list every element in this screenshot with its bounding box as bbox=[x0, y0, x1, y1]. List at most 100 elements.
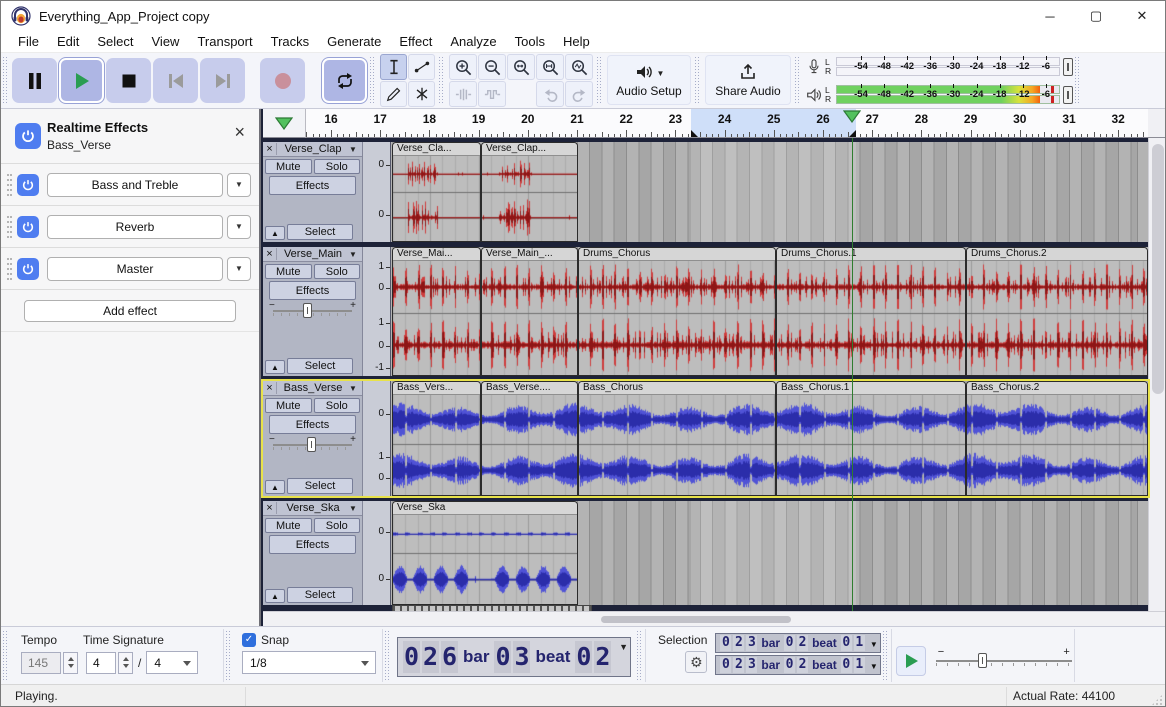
time-signature-lower-select[interactable]: 4 bbox=[146, 651, 198, 674]
maximize-button[interactable]: ▢ bbox=[1073, 1, 1119, 31]
track-effects-button[interactable]: Effects bbox=[269, 415, 356, 434]
track-menu-icon[interactable]: ▼ bbox=[349, 250, 362, 259]
audio-clip[interactable]: Verse_Mai... bbox=[392, 247, 481, 376]
vertical-scrollbar[interactable] bbox=[1148, 138, 1166, 611]
volume-slider[interactable]: −+ bbox=[269, 302, 356, 319]
volume-slider-thumb[interactable] bbox=[303, 303, 312, 318]
add-effect-button[interactable]: Add effect bbox=[24, 300, 236, 322]
snap-select[interactable]: 1/8 bbox=[242, 651, 376, 674]
zoom-toggle-button[interactable] bbox=[565, 54, 593, 80]
envelope-tool-button[interactable] bbox=[408, 54, 435, 80]
zoom-selection-button[interactable] bbox=[507, 54, 535, 80]
selection-digit[interactable]: 1 bbox=[854, 657, 865, 673]
play-speed-slider[interactable]: − + bbox=[934, 646, 1074, 676]
resize-grip[interactable] bbox=[1151, 694, 1163, 706]
playback-meter[interactable]: LR -54-48-42-36-30-24-18-12-6 bbox=[803, 82, 1073, 108]
select-track-button[interactable]: Select bbox=[287, 224, 353, 240]
audio-clip[interactable]: Bass_Chorus bbox=[578, 381, 776, 496]
effect-power-button[interactable] bbox=[17, 174, 39, 196]
zoom-in-button[interactable] bbox=[449, 54, 477, 80]
snap-checkbox[interactable]: ✓ bbox=[242, 633, 256, 647]
draw-tool-button[interactable] bbox=[380, 81, 407, 107]
audio-clip[interactable]: Drums_Chorus bbox=[578, 247, 776, 376]
selection-digit[interactable]: 2 bbox=[797, 635, 808, 651]
pinned-play-head-button[interactable] bbox=[263, 109, 306, 138]
toolbar-grip[interactable] bbox=[637, 631, 643, 680]
collapse-track-button[interactable]: ▲ bbox=[265, 589, 285, 603]
selection-digit[interactable]: 1 bbox=[854, 635, 865, 651]
audio-clip[interactable]: Bass_Verse.... bbox=[481, 381, 578, 496]
clip-title[interactable]: Drums_Chorus.1 bbox=[777, 248, 965, 261]
audio-clip[interactable]: Verse_Ska bbox=[392, 501, 578, 605]
selection-digit[interactable]: 2 bbox=[733, 635, 744, 651]
clip-title[interactable]: Drums_Chorus.2 bbox=[967, 248, 1147, 261]
menu-select[interactable]: Select bbox=[88, 32, 142, 51]
track-clip-area[interactable]: Bass_Vers...Bass_Verse....Bass_ChorusBas… bbox=[391, 381, 1148, 496]
menu-view[interactable]: View bbox=[143, 32, 189, 51]
meter-slider-thumb[interactable] bbox=[1063, 86, 1073, 104]
audio-setup-button[interactable]: ▼ Audio Setup bbox=[607, 55, 691, 105]
effects-power-button[interactable] bbox=[15, 123, 41, 149]
time-digit[interactable]: 2 bbox=[594, 641, 611, 673]
clip-title[interactable]: Verse_Mai... bbox=[393, 248, 480, 261]
selection-digit[interactable]: 0 bbox=[841, 657, 852, 673]
mute-button[interactable]: Mute bbox=[265, 159, 312, 174]
vertical-scrollbar-thumb[interactable] bbox=[1152, 144, 1164, 394]
selection-digit[interactable]: 0 bbox=[784, 657, 795, 673]
play-speed-thumb[interactable] bbox=[978, 653, 987, 668]
track-close-button[interactable]: × bbox=[263, 248, 277, 260]
track-name-label[interactable]: Verse_Ska bbox=[277, 502, 349, 514]
chevron-down-icon[interactable]: ▼ bbox=[619, 642, 628, 652]
audio-clip[interactable]: Verse_Clap... bbox=[481, 142, 578, 242]
select-track-button[interactable]: Select bbox=[287, 587, 353, 603]
track-vertical-ruler[interactable]: 010 bbox=[363, 381, 391, 496]
track-name-label[interactable]: Verse_Clap bbox=[277, 143, 349, 155]
toolbar-grip[interactable] bbox=[795, 57, 801, 104]
menu-tracks[interactable]: Tracks bbox=[262, 32, 319, 51]
effect-name-button[interactable]: Reverb bbox=[47, 215, 223, 239]
track-effects-button[interactable]: Effects bbox=[269, 281, 356, 300]
effect-options-button[interactable]: ▼ bbox=[227, 173, 251, 197]
selection-end-field[interactable]: 023bar02beat01▼ bbox=[715, 655, 880, 675]
effect-power-button[interactable] bbox=[17, 216, 39, 238]
select-track-button[interactable]: Select bbox=[287, 478, 353, 494]
drag-handle-icon[interactable] bbox=[7, 216, 12, 238]
collapse-track-button[interactable]: ▲ bbox=[265, 360, 285, 374]
track-close-button[interactable]: × bbox=[263, 502, 277, 514]
toolbar-grip[interactable] bbox=[385, 631, 391, 680]
menu-analyze[interactable]: Analyze bbox=[441, 32, 505, 51]
selection-digit[interactable]: 0 bbox=[720, 657, 731, 673]
effect-name-button[interactable]: Bass and Treble bbox=[47, 173, 223, 197]
time-display[interactable]: 026bar03beat02▼ bbox=[397, 637, 631, 677]
time-digit[interactable]: 0 bbox=[494, 641, 511, 673]
effect-power-button[interactable] bbox=[17, 258, 39, 280]
selection-digit[interactable]: 0 bbox=[784, 635, 795, 651]
select-track-button[interactable]: Select bbox=[287, 358, 353, 374]
track-clip-area[interactable]: Verse_Mai...Verse_Main_...Drums_ChorusDr… bbox=[391, 247, 1148, 376]
clip-title[interactable]: Verse_Ska bbox=[393, 502, 577, 515]
toolbar-grip[interactable] bbox=[370, 57, 376, 104]
toolbar-grip[interactable] bbox=[1075, 57, 1081, 104]
chevron-down-icon[interactable]: ▼ bbox=[870, 662, 878, 671]
clip-title[interactable]: Drums_Chorus bbox=[579, 248, 775, 261]
selection-digit[interactable]: 3 bbox=[746, 635, 757, 651]
selection-start-field[interactable]: 023bar02beat01▼ bbox=[715, 633, 880, 653]
time-signature-spinner[interactable] bbox=[118, 652, 133, 674]
clip-title[interactable]: Verse_Clap... bbox=[482, 143, 577, 156]
track-vertical-ruler[interactable]: 00 bbox=[363, 142, 391, 242]
time-signature-upper-input[interactable]: 4 bbox=[86, 652, 116, 674]
multi-tool-button[interactable] bbox=[408, 81, 435, 107]
audio-clip[interactable]: Verse_Cla... bbox=[392, 142, 481, 242]
audio-clip[interactable]: Drums_Chorus.2 bbox=[966, 247, 1148, 376]
toolbar-grip[interactable] bbox=[695, 57, 701, 104]
close-button[interactable]: ✕ bbox=[1119, 1, 1165, 31]
clip-title[interactable]: Bass_Chorus bbox=[579, 382, 775, 395]
pause-button[interactable] bbox=[12, 58, 57, 103]
solo-button[interactable]: Solo bbox=[314, 159, 361, 174]
track-vertical-ruler[interactable]: 00 bbox=[363, 501, 391, 605]
clip-title[interactable]: Bass_Chorus.1 bbox=[777, 382, 965, 395]
audio-clip[interactable]: Drums_Chorus.1 bbox=[776, 247, 966, 376]
clip-title[interactable]: Verse_Main_... bbox=[482, 248, 577, 261]
menu-generate[interactable]: Generate bbox=[318, 32, 390, 51]
time-digit[interactable]: 0 bbox=[403, 641, 420, 673]
